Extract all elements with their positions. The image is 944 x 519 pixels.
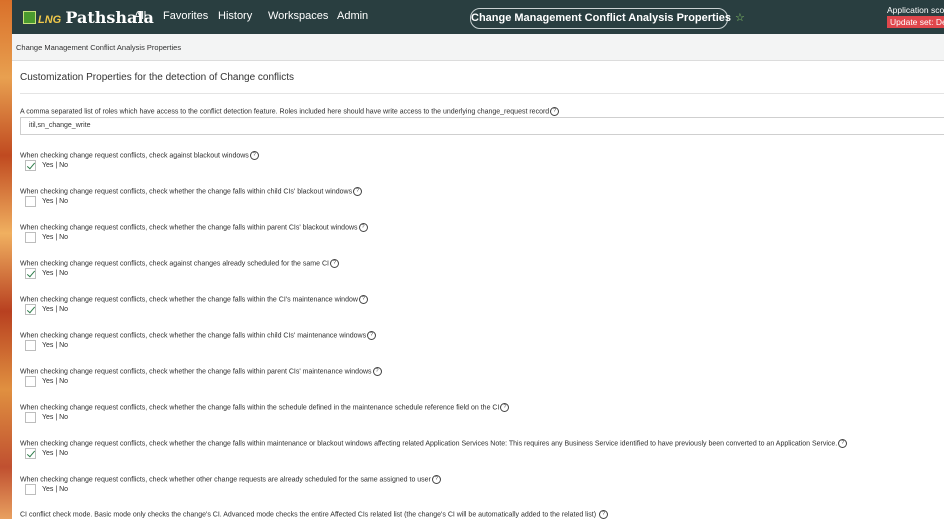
left-background-strip — [0, 0, 12, 519]
help-icon[interactable]: ? — [550, 107, 560, 116]
yes-no-label: Yes | No — [42, 270, 69, 277]
section-title: Customization Properties for the detecti… — [20, 72, 295, 83]
help-icon[interactable]: ? — [500, 403, 510, 412]
update-set-badge[interactable]: Update set: Defa — [887, 16, 944, 28]
property-label: When checking change request conflicts, … — [20, 439, 848, 448]
help-icon[interactable]: ? — [329, 259, 339, 268]
yes-no-label: Yes | No — [42, 342, 69, 349]
property-checkbox[interactable] — [25, 268, 36, 279]
property-label: When checking change request conflicts, … — [20, 331, 377, 340]
property-label: When checking change request conflicts, … — [20, 295, 368, 304]
property-label: When checking change request conflicts, … — [20, 223, 368, 232]
yes-no-label: Yes | No — [42, 450, 69, 457]
property-checkbox[interactable] — [25, 484, 36, 495]
property-checkbox[interactable] — [25, 340, 36, 351]
property-label: When checking change request conflicts, … — [20, 403, 510, 412]
logo-icon — [23, 11, 36, 24]
property-label: When checking change request conflicts, … — [20, 259, 339, 268]
application-scope[interactable]: Application scop — [887, 5, 944, 15]
help-icon[interactable]: ? — [838, 439, 848, 448]
yes-no-label: Yes | No — [42, 378, 69, 385]
checkmark-icon — [26, 160, 36, 170]
checkmark-icon — [26, 448, 36, 458]
breadcrumb: Change Management Conflict Analysis Prop… — [16, 43, 182, 52]
roles-input[interactable]: itil,sn_change_write — [20, 117, 944, 135]
page-title-pill: Change Management Conflict Analysis Prop… — [470, 8, 745, 29]
help-icon[interactable]: ? — [372, 367, 382, 376]
yes-no-label: Yes | No — [42, 162, 69, 169]
help-icon[interactable]: ? — [249, 151, 259, 160]
property-label: When checking change request conflicts, … — [20, 367, 382, 376]
nav-favorites[interactable]: Favorites — [163, 10, 208, 22]
help-icon[interactable]: ? — [353, 187, 363, 196]
yes-no-label: Yes | No — [42, 486, 69, 493]
help-icon[interactable]: ? — [358, 223, 368, 232]
checkmark-icon — [26, 304, 36, 314]
help-icon[interactable]: ? — [431, 475, 441, 484]
yes-no-label: Yes | No — [42, 198, 69, 205]
ci-mode-label: CI conflict check mode. Basic mode only … — [20, 510, 609, 519]
property-checkbox[interactable] — [25, 448, 36, 459]
breadcrumb-bar: Change Management Conflict Analysis Prop… — [12, 34, 944, 61]
property-label: When checking change request conflicts, … — [20, 187, 363, 196]
nav-all[interactable]: All — [134, 10, 146, 22]
top-header: LNG Pathshala All Favorites History Work… — [12, 0, 944, 34]
help-icon[interactable]: ? — [599, 510, 609, 519]
property-checkbox[interactable] — [25, 160, 36, 171]
property-checkbox[interactable] — [25, 232, 36, 243]
checkmark-icon — [26, 268, 36, 278]
nav-workspaces[interactable]: Workspaces — [268, 10, 328, 22]
property-checkbox[interactable] — [25, 196, 36, 207]
roles-label: A comma separated list of roles which ha… — [20, 107, 560, 116]
yes-no-label: Yes | No — [42, 306, 69, 313]
property-checkbox[interactable] — [25, 412, 36, 423]
logo-prefix: LNG — [38, 14, 62, 26]
section-divider — [20, 93, 944, 94]
yes-no-label: Yes | No — [42, 414, 69, 421]
property-label: When checking change request conflicts, … — [20, 475, 441, 484]
page-title: Change Management Conflict Analysis Prop… — [471, 12, 731, 24]
property-checkbox[interactable] — [25, 304, 36, 315]
yes-no-label: Yes | No — [42, 234, 69, 241]
property-label: When checking change request conflicts, … — [20, 151, 259, 160]
nav-history[interactable]: History — [218, 10, 252, 22]
company-logo[interactable]: LNG Pathshala — [23, 8, 154, 28]
help-icon[interactable]: ? — [358, 295, 368, 304]
help-icon[interactable]: ? — [367, 331, 377, 340]
nav-admin[interactable]: Admin — [337, 10, 368, 22]
star-icon[interactable]: ☆ — [735, 12, 745, 24]
property-checkbox[interactable] — [25, 376, 36, 387]
